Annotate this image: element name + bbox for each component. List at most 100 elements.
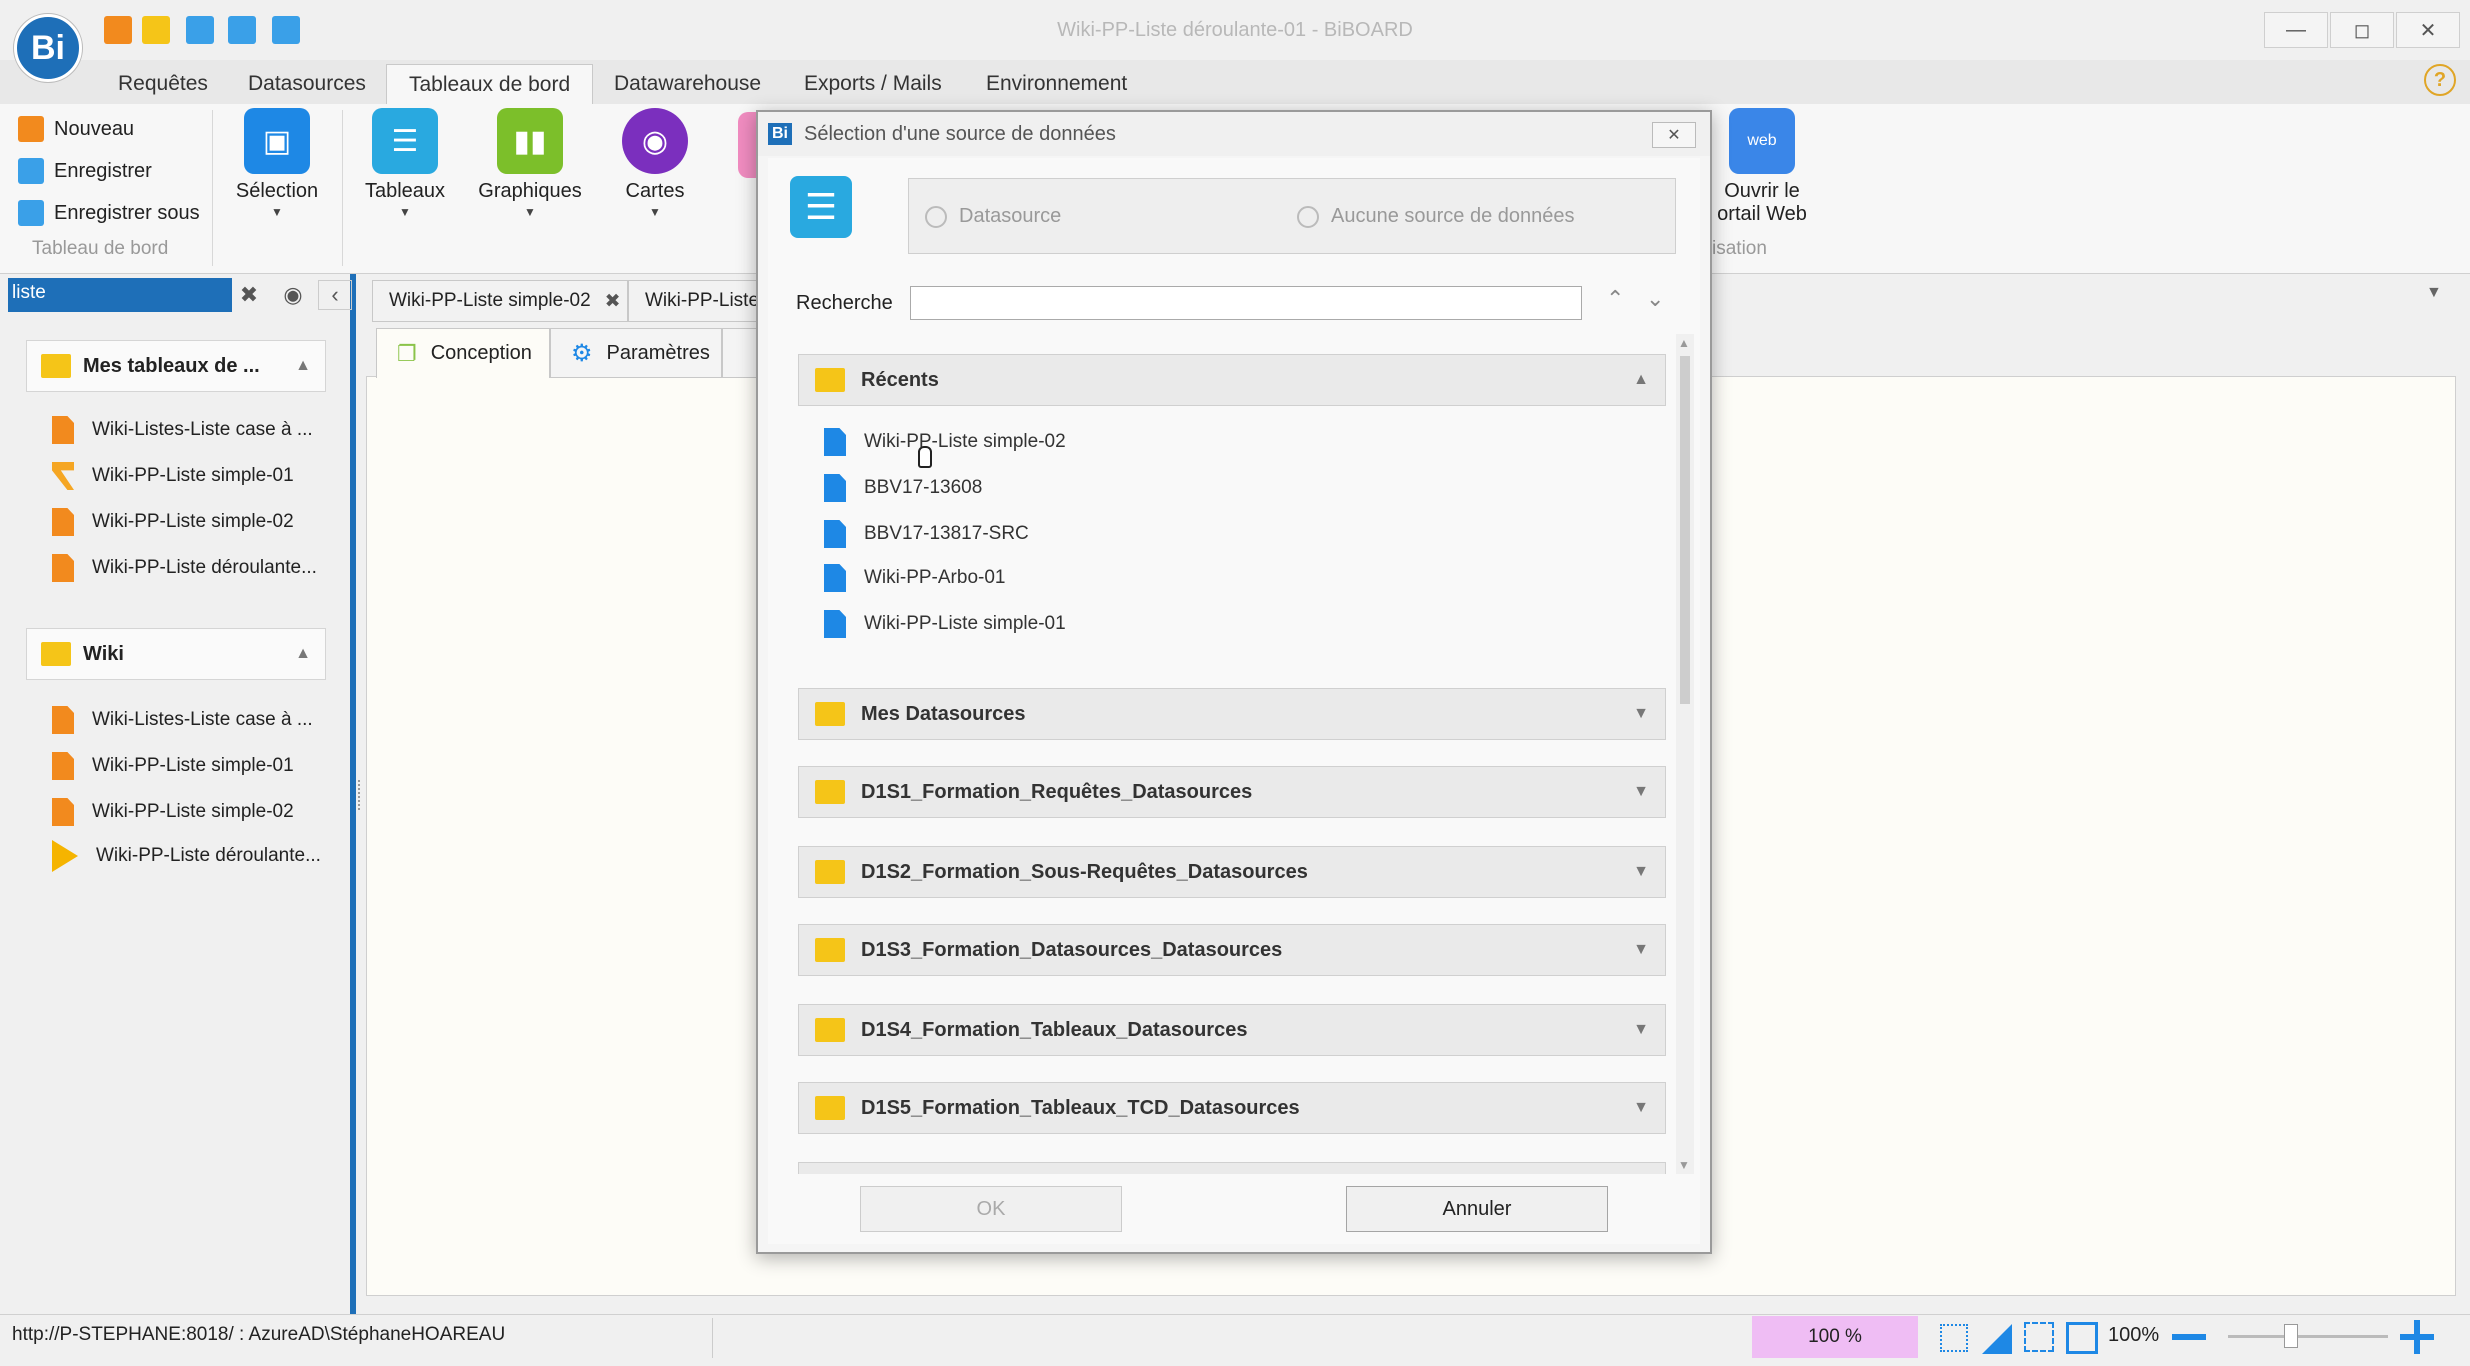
tableaux-button[interactable]: ☰ Tableaux ▼ xyxy=(350,108,460,219)
expand-all-icon[interactable]: ⌄ xyxy=(1646,286,1664,312)
recent-item[interactable]: Wiki-PP-Liste simple-01 xyxy=(824,604,1066,644)
web-portal-icon: web xyxy=(1729,108,1795,174)
list-item[interactable]: Wiki-Listes-Liste case à ... xyxy=(52,700,313,740)
card-icon[interactable] xyxy=(272,16,300,44)
scroll-up-icon[interactable]: ▲ xyxy=(1678,336,1690,350)
splitter-handle[interactable] xyxy=(358,780,362,810)
clear-filter-icon[interactable]: ✖ xyxy=(232,280,266,310)
datasource-doc-icon xyxy=(824,564,846,592)
binoculars-icon[interactable]: ◉ xyxy=(276,280,310,310)
chevron-up-icon[interactable]: ▲ xyxy=(295,645,311,663)
menu-environnement[interactable]: Environnement xyxy=(964,64,1149,104)
enregistrer-sous-button[interactable]: Enregistrer sous xyxy=(18,196,200,230)
category-d1s3[interactable]: D1S3_Formation_Datasources_Datasources ▼ xyxy=(798,924,1666,976)
app-logo[interactable]: Bi xyxy=(14,14,82,82)
cartes-button[interactable]: ◉ Cartes ▼ xyxy=(600,108,710,219)
new-file-icon[interactable] xyxy=(104,16,132,44)
dialog-close-button[interactable]: ✕ xyxy=(1652,122,1696,148)
category-d1s1[interactable]: D1S1_Formation_Requêtes_Datasources ▼ xyxy=(798,766,1666,818)
category-d1s4[interactable]: D1S4_Formation_Tableaux_Datasources ▼ xyxy=(798,1004,1666,1056)
list-item[interactable]: Wiki-PP-Liste simple-02 xyxy=(52,502,294,542)
collapse-all-icon[interactable]: ⌃ xyxy=(1606,286,1624,312)
new-folder-icon[interactable] xyxy=(142,16,170,44)
option-datasource[interactable]: Datasource xyxy=(925,205,1061,228)
zoom-percent: 100% xyxy=(2108,1324,2160,1346)
dashboard-doc-icon xyxy=(52,706,74,734)
table-icon: ☰ xyxy=(372,108,438,174)
list-item[interactable]: Wiki-PP-Liste déroulante... xyxy=(52,548,317,588)
recent-item[interactable]: BBV17-13817-SRC xyxy=(824,514,1029,554)
list-item[interactable]: Wiki-Listes-Liste case à ... xyxy=(52,410,313,450)
zoom-slider-track[interactable] xyxy=(2228,1335,2388,1338)
tabs-dropdown-icon[interactable]: ▼ xyxy=(2426,284,2442,302)
annuler-button[interactable]: Annuler xyxy=(1346,1186,1608,1232)
scroll-down-icon[interactable]: ▼ xyxy=(1678,1158,1690,1172)
list-item[interactable]: Wiki-PP-Liste simple-01 xyxy=(52,746,294,786)
enregistrer-button[interactable]: Enregistrer xyxy=(18,154,152,188)
category-recents[interactable]: Récents ▲ xyxy=(798,354,1666,406)
dashboard-doc-icon xyxy=(52,798,74,826)
selection-icon: ▣ xyxy=(244,108,310,174)
section-mes-tableaux[interactable]: Mes tableaux de ... ▲ xyxy=(26,340,326,392)
recent-item[interactable]: Wiki-PP-Liste simple-02 xyxy=(824,422,1066,462)
connection-info: http://P-STEPHANE:8018/ : AzureAD\Stépha… xyxy=(12,1324,506,1345)
ok-button[interactable]: OK xyxy=(860,1186,1122,1232)
recent-item[interactable]: Wiki-PP-Arbo-01 xyxy=(824,558,1005,598)
tab-partial[interactable] xyxy=(722,328,758,378)
tab-parametres[interactable]: ⚙ Paramètres xyxy=(550,328,722,378)
menu-datasources[interactable]: Datasources xyxy=(226,64,388,104)
ribbon-group-label: Tableau de bord xyxy=(32,238,169,259)
dashboard-doc-icon xyxy=(52,752,74,780)
filter-input[interactable]: liste xyxy=(8,278,232,312)
search-input[interactable] xyxy=(910,286,1582,320)
category-d1s2[interactable]: D1S2_Formation_Sous-Requêtes_Datasources… xyxy=(798,846,1666,898)
list-item[interactable]: Wiki-PP-Liste déroulante... xyxy=(52,836,321,876)
status-divider xyxy=(712,1318,713,1358)
list-item[interactable]: Wiki-PP-Liste simple-01 xyxy=(52,456,294,496)
menu-tableaux-de-bord[interactable]: Tableaux de bord xyxy=(386,64,594,104)
folder-icon xyxy=(815,368,845,392)
fit-icon[interactable] xyxy=(1982,1324,2012,1354)
chevron-up-icon: ▲ xyxy=(1633,371,1649,388)
folder-icon xyxy=(41,354,71,378)
gear-icon: ⚙ xyxy=(571,339,593,367)
mouse-cursor-icon xyxy=(918,446,932,468)
close-icon[interactable]: ✖ xyxy=(605,290,621,313)
maximize-button[interactable]: ◻ xyxy=(2330,12,2394,48)
minimize-button[interactable]: — xyxy=(2264,12,2328,48)
nouveau-button[interactable]: Nouveau xyxy=(18,112,134,146)
selection-button[interactable]: ▣ Sélection ▼ xyxy=(222,108,332,219)
tab-conception[interactable]: ❐ Conception xyxy=(376,328,550,378)
scrollbar-thumb[interactable] xyxy=(1680,356,1690,704)
menu-datawarehouse[interactable]: Datawarehouse xyxy=(592,64,783,104)
zoom-level-display[interactable]: 100 % xyxy=(1752,1316,1918,1358)
portail-web-button[interactable]: web Ouvrir le ortail Web xyxy=(1700,108,1824,226)
collapse-pane-icon[interactable]: ‹ xyxy=(318,280,352,310)
grid-icon[interactable] xyxy=(1940,1324,1968,1352)
save-as-icon[interactable] xyxy=(228,16,256,44)
category-d1s5[interactable]: D1S5_Formation_Tableaux_TCD_Datasources ▼ xyxy=(798,1082,1666,1134)
menu-requetes[interactable]: Requêtes xyxy=(96,64,230,104)
save-icon[interactable] xyxy=(186,16,214,44)
help-icon[interactable]: ? xyxy=(2424,64,2456,96)
close-window-button[interactable]: ✕ xyxy=(2396,12,2460,48)
datasource-list-icon: ☰ xyxy=(790,176,852,238)
datasource-doc-icon xyxy=(824,520,846,548)
graphiques-button[interactable]: ▮▮ Graphiques ▼ xyxy=(472,108,588,219)
recent-item[interactable]: BBV17-13608 xyxy=(824,468,982,508)
zoom-out-icon[interactable] xyxy=(2172,1334,2206,1340)
folder-icon xyxy=(815,702,845,726)
doc-tab-liste[interactable]: Wiki-PP-Liste xyxy=(628,280,758,322)
zoom-slider-thumb[interactable] xyxy=(2284,1324,2298,1348)
option-aucune-source[interactable]: Aucune source de données xyxy=(1297,205,1575,228)
section-wiki[interactable]: Wiki ▲ xyxy=(26,628,326,680)
window-title: Wiki-PP-Liste déroulante-01 - BiBOARD xyxy=(1057,18,1413,41)
crop-icon[interactable] xyxy=(2066,1322,2098,1354)
doc-tab-liste-simple-02[interactable]: Wiki-PP-Liste simple-02 ✖ xyxy=(372,280,628,322)
category-mes-datasources[interactable]: Mes Datasources ▼ xyxy=(798,688,1666,740)
snap-icon[interactable] xyxy=(2024,1322,2054,1352)
menu-exports-mails[interactable]: Exports / Mails xyxy=(782,64,964,104)
chevron-up-icon[interactable]: ▲ xyxy=(295,357,311,375)
list-item[interactable]: Wiki-PP-Liste simple-02 xyxy=(52,792,294,832)
chevron-down-icon: ▼ xyxy=(1633,941,1649,958)
